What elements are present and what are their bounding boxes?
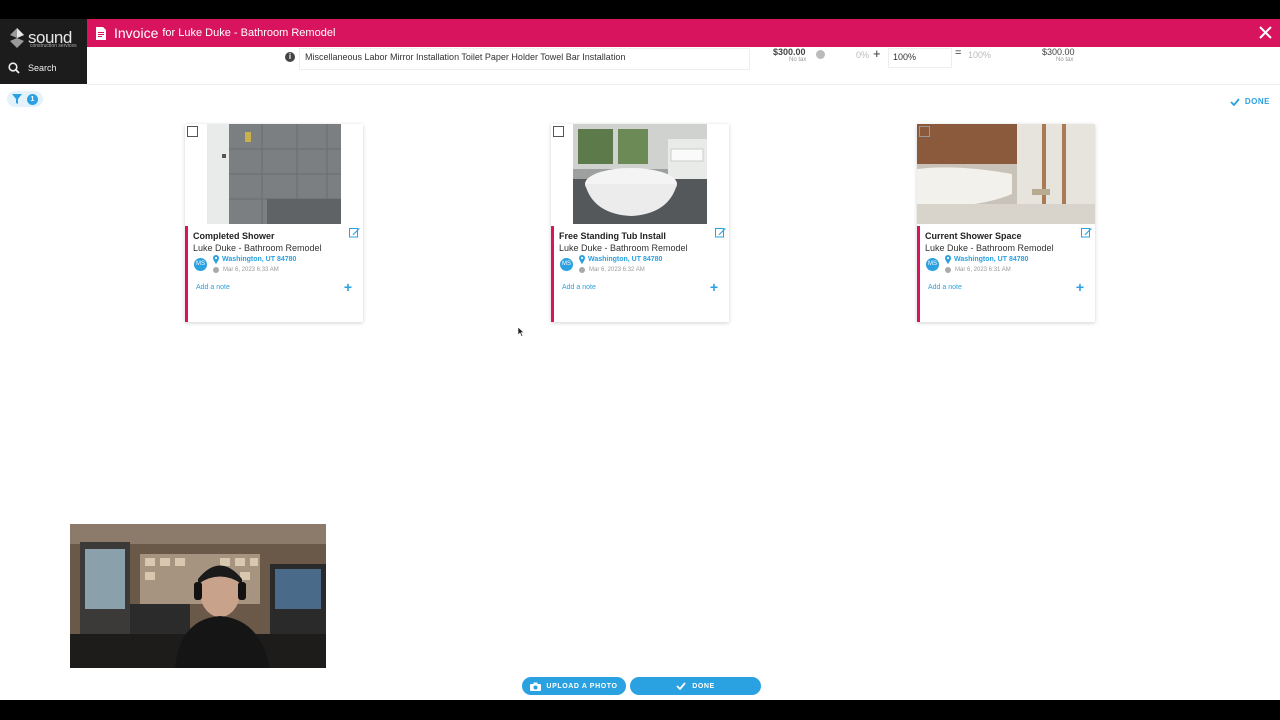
map-pin-icon xyxy=(945,255,951,264)
edit-icon[interactable] xyxy=(715,227,726,238)
arrow-right-icon xyxy=(816,50,825,59)
done-top-button[interactable]: DONE xyxy=(1230,97,1270,106)
tub-photo xyxy=(573,124,707,224)
photo-thumbnail[interactable] xyxy=(207,124,341,224)
photo-project: Luke Duke - Bathroom Remodel xyxy=(193,243,322,253)
page-title: Invoice xyxy=(114,25,159,41)
photo-location[interactable]: Washington, UT 84780 xyxy=(213,255,296,264)
nav-search[interactable]: Search xyxy=(8,62,57,74)
photo-project: Luke Duke - Bathroom Remodel xyxy=(925,243,1054,253)
shower-photo xyxy=(207,124,341,224)
search-label: Search xyxy=(28,63,57,73)
photo-thumbnail[interactable] xyxy=(573,124,707,224)
upload-photo-button[interactable]: UPLOAD A PHOTO xyxy=(522,677,626,695)
photo-card[interactable]: Free Standing Tub Install Luke Duke - Ba… xyxy=(551,124,729,322)
photo-project: Luke Duke - Bathroom Remodel xyxy=(559,243,688,253)
add-note-link[interactable]: Add a note xyxy=(196,284,230,291)
photo-date: Mar 6, 2023 6:32 AM xyxy=(579,267,645,273)
logo-mark-icon xyxy=(10,28,24,48)
line-total: $300.00 xyxy=(1042,47,1075,57)
add-note-plus-icon[interactable]: + xyxy=(710,279,718,295)
photo-select-checkbox[interactable] xyxy=(187,126,198,137)
plus-icon: + xyxy=(873,46,881,61)
edit-icon[interactable] xyxy=(349,227,360,238)
clock-icon xyxy=(945,267,951,273)
equals-icon: = xyxy=(955,47,962,59)
photo-title: Free Standing Tub Install xyxy=(559,231,666,241)
avatar: MS xyxy=(560,258,573,271)
webcam-video xyxy=(70,524,326,668)
line-result-percent: 100% xyxy=(968,50,992,60)
avatar: MS xyxy=(926,258,939,271)
photo-date: Mar 6, 2023 6:33 AM xyxy=(213,267,279,273)
screen-frame: sound construction services Search Invoi… xyxy=(0,0,1280,720)
check-icon xyxy=(1230,97,1240,106)
search-icon xyxy=(8,62,20,74)
map-pin-icon xyxy=(213,255,219,264)
mouse-cursor-icon xyxy=(518,327,525,337)
photo-select-checkbox[interactable] xyxy=(553,126,564,137)
line-description-field[interactable]: Miscellaneous Labor Mirror Installation … xyxy=(299,48,750,70)
camera-icon xyxy=(530,682,542,691)
photo-select-checkbox[interactable] xyxy=(919,126,930,137)
add-note-link[interactable]: Add a note xyxy=(562,284,596,291)
page-subtitle: for Luke Duke - Bathroom Remodel xyxy=(162,27,336,39)
webcam-overlay xyxy=(70,524,326,668)
filter-count-badge: 1 xyxy=(27,93,38,105)
photo-location-text: Washington, UT 84780 xyxy=(588,256,663,263)
brand-subtitle: construction services xyxy=(30,43,77,49)
photo-card-body: Completed Shower Luke Duke - Bathroom Re… xyxy=(185,226,363,322)
photo-card[interactable]: Current Shower Space Luke Duke - Bathroo… xyxy=(917,124,1095,322)
done-button[interactable]: DONE xyxy=(630,677,761,695)
app-window: sound construction services Search Invoi… xyxy=(0,19,1280,700)
line-quantity-field[interactable]: 100% xyxy=(888,48,952,68)
photo-card[interactable]: Completed Shower Luke Duke - Bathroom Re… xyxy=(185,124,363,322)
clock-icon xyxy=(579,267,585,273)
filter-button[interactable]: 1 xyxy=(7,91,43,107)
filter-icon xyxy=(12,94,22,104)
shower-space-photo xyxy=(917,124,1095,224)
photo-title: Completed Shower xyxy=(193,231,275,241)
done-label: DONE xyxy=(692,682,715,690)
line-discount: 0% xyxy=(856,50,870,60)
document-icon xyxy=(96,26,106,40)
photo-card-body: Free Standing Tub Install Luke Duke - Ba… xyxy=(551,226,729,322)
photo-card-body: Current Shower Space Luke Duke - Bathroo… xyxy=(917,226,1095,322)
photo-location[interactable]: Washington, UT 84780 xyxy=(945,255,1028,264)
line-total-tax: No tax xyxy=(1056,57,1074,63)
clock-icon xyxy=(213,267,219,273)
add-note-link[interactable]: Add a note xyxy=(928,284,962,291)
invoice-line-item: i Miscellaneous Labor Mirror Installatio… xyxy=(87,46,1280,85)
edit-icon[interactable] xyxy=(1081,227,1092,238)
side-nav: sound construction services Search xyxy=(0,19,87,84)
photo-location-text: Washington, UT 84780 xyxy=(954,256,1029,263)
line-price: $300.00 xyxy=(773,47,806,57)
photo-date-text: Mar 6, 2023 6:32 AM xyxy=(589,267,645,273)
upload-photo-label: UPLOAD A PHOTO xyxy=(546,682,618,690)
photo-date-text: Mar 6, 2023 6:33 AM xyxy=(223,267,279,273)
close-icon[interactable] xyxy=(1259,26,1272,39)
info-icon[interactable]: i xyxy=(285,52,295,62)
photo-location[interactable]: Washington, UT 84780 xyxy=(579,255,662,264)
invoice-header: Invoice for Luke Duke - Bathroom Remodel xyxy=(87,19,1280,47)
check-icon xyxy=(676,682,686,690)
line-price-tax: No tax xyxy=(789,57,807,63)
photo-date: Mar 6, 2023 6:31 AM xyxy=(945,267,1011,273)
photo-title: Current Shower Space xyxy=(925,231,1022,241)
done-top-label: DONE xyxy=(1244,97,1270,106)
map-pin-icon xyxy=(579,255,585,264)
photo-location-text: Washington, UT 84780 xyxy=(222,256,297,263)
add-note-plus-icon[interactable]: + xyxy=(344,279,352,295)
photo-thumbnail[interactable] xyxy=(917,124,1095,224)
avatar: MS xyxy=(194,258,207,271)
add-note-plus-icon[interactable]: + xyxy=(1076,279,1084,295)
photo-date-text: Mar 6, 2023 6:31 AM xyxy=(955,267,1011,273)
